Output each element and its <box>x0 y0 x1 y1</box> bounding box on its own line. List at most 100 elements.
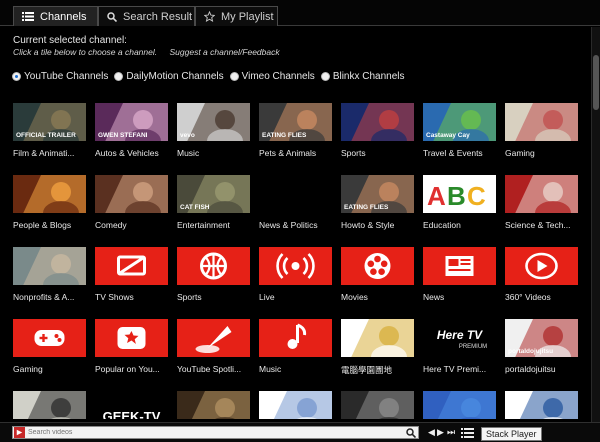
search-input[interactable] <box>25 429 418 436</box>
channel-tile[interactable]: portaldojujitsu portaldojuitsu <box>505 319 578 374</box>
channel-tile[interactable] <box>341 391 414 419</box>
channel-tile[interactable]: Music <box>259 319 332 374</box>
search-button-icon[interactable] <box>406 428 416 438</box>
channel-tile[interactable]: Here TV PREMIUM Here TV Premi... <box>423 319 496 374</box>
channel-tile[interactable]: People & Blogs <box>13 175 86 230</box>
radio-blinkx[interactable]: Blinkx Channels <box>320 71 405 82</box>
prev-button[interactable]: ◀ <box>428 427 435 438</box>
next-button[interactable]: ⏭ <box>447 427 455 438</box>
channel-thumbnail[interactable] <box>341 319 414 357</box>
channel-thumbnail[interactable]: Here TV PREMIUM <box>423 319 496 357</box>
channel-thumbnail[interactable] <box>505 175 578 213</box>
radio-dailymotion[interactable]: DailyMotion Channels <box>114 71 224 82</box>
channel-thumbnail[interactable] <box>341 247 414 285</box>
radio-dot[interactable] <box>229 72 239 81</box>
channel-thumbnail[interactable] <box>341 391 414 419</box>
app-logo-icon <box>14 427 25 438</box>
channel-tile[interactable]: Movies <box>341 247 414 302</box>
channel-thumbnail[interactable] <box>95 319 168 357</box>
channel-thumbnail[interactable] <box>341 103 414 141</box>
radio-youtube[interactable]: YouTube Channels <box>12 71 108 82</box>
channel-thumbnail[interactable]: Castaway Cay <box>423 103 496 141</box>
channel-thumbnail[interactable]: CAT FISH <box>177 175 250 213</box>
channel-tile[interactable]: Nonprofits & A... <box>13 247 86 302</box>
channel-tile[interactable]: Gaming <box>13 319 86 374</box>
channel-tile[interactable] <box>13 391 86 419</box>
channel-tile[interactable]: News <box>423 247 496 302</box>
channel-tile[interactable]: 144.3 <box>505 391 578 419</box>
channel-tile[interactable]: EATING FLIES Howto & Style <box>341 175 414 230</box>
suggest-channel-link[interactable]: Suggest a channel/Feedback <box>170 47 280 57</box>
channel-thumbnail[interactable]: vevo <box>177 103 250 141</box>
channel-tile[interactable] <box>423 391 496 419</box>
channel-tile-label: Sports <box>341 148 366 158</box>
tab-search-result[interactable]: Search Result <box>98 6 195 26</box>
channel-thumbnail[interactable]: GEEK-TV <box>95 391 168 419</box>
channel-tile[interactable]: News & Politics <box>259 175 332 230</box>
gamepad-icon <box>34 330 65 346</box>
channel-thumbnail[interactable] <box>423 247 496 285</box>
channel-thumbnail[interactable] <box>13 175 86 213</box>
radio-dot[interactable] <box>114 72 124 81</box>
channel-tile[interactable] <box>259 391 332 419</box>
tab-bar: Channels Search Result My Playlist <box>0 0 600 26</box>
channel-tile[interactable]: Comedy <box>95 175 168 230</box>
channel-tile[interactable]: vevo Music <box>177 103 250 158</box>
tab-my-playlist[interactable]: My Playlist <box>195 6 278 26</box>
channel-tile-label: Live <box>259 292 275 302</box>
channel-thumbnail[interactable] <box>177 391 250 419</box>
hint-row: Click a tile below to choose a channel. … <box>13 47 290 57</box>
channel-thumbnail[interactable]: GWEN STEFANI <box>95 103 168 141</box>
channel-tile[interactable]: OFFICIAL TRAILER Film & Animati... <box>13 103 86 158</box>
channel-thumbnail[interactable] <box>505 103 578 141</box>
svg-text:Castaway Cay: Castaway Cay <box>426 132 470 139</box>
channel-tile[interactable]: Castaway Cay Travel & Events <box>423 103 496 158</box>
radio-vimeo-label: Vimeo Channels <box>241 71 315 82</box>
scrollbar-thumb[interactable] <box>593 55 599 110</box>
scrollbar[interactable] <box>591 27 600 422</box>
tab-channels[interactable]: Channels <box>13 6 98 26</box>
channel-thumbnail[interactable]: OFFICIAL TRAILER <box>13 103 86 141</box>
play-button[interactable]: ▶ <box>437 427 444 438</box>
channel-tile[interactable] <box>177 391 250 419</box>
channel-tile[interactable]: Sports <box>341 103 414 158</box>
channel-thumbnail[interactable]: EATING FLIES <box>259 103 332 141</box>
channel-thumbnail[interactable]: portaldojujitsu <box>505 319 578 357</box>
svg-text:Here TV: Here TV <box>437 328 483 342</box>
channel-tile[interactable]: Live <box>259 247 332 302</box>
search-box <box>12 426 419 439</box>
radio-dot[interactable] <box>320 72 330 81</box>
channel-thumbnail[interactable] <box>13 319 86 357</box>
channel-tile[interactable]: CAT FISH Entertainment <box>177 175 250 230</box>
channel-tile[interactable]: TV Shows <box>95 247 168 302</box>
channel-tile[interactable]: GWEN STEFANI Autos & Vehicles <box>95 103 168 158</box>
channel-tile[interactable]: A B C Education <box>423 175 496 230</box>
channel-thumbnail[interactable] <box>13 247 86 285</box>
channel-tile[interactable]: 360° Videos <box>505 247 578 302</box>
channel-thumbnail[interactable] <box>259 175 332 213</box>
channel-tile[interactable]: Popular on You... <box>95 319 168 374</box>
channel-thumbnail[interactable] <box>259 247 332 285</box>
channel-tile[interactable]: YouTube Spotli... <box>177 319 250 374</box>
channel-thumbnail[interactable]: EATING FLIES <box>341 175 414 213</box>
channel-tile[interactable]: GEEK-TV <box>95 391 168 419</box>
channel-tile[interactable]: Gaming <box>505 103 578 158</box>
channel-tile[interactable]: Sports <box>177 247 250 302</box>
channel-tile[interactable]: EATING FLIES Pets & Animals <box>259 103 332 158</box>
radio-dot[interactable] <box>12 72 21 81</box>
channel-thumbnail[interactable]: 144.3 <box>505 391 578 419</box>
channel-thumbnail[interactable] <box>259 391 332 419</box>
channel-thumbnail[interactable]: ABC <box>423 175 496 213</box>
channel-thumbnail[interactable] <box>259 319 332 357</box>
channel-thumbnail[interactable] <box>95 247 168 285</box>
channel-tile[interactable]: 電腦學園團地 <box>341 319 414 376</box>
channel-thumbnail[interactable] <box>505 247 578 285</box>
channel-tile[interactable]: Science & Tech... <box>505 175 578 230</box>
playlist-icon[interactable] <box>461 428 474 438</box>
channel-thumbnail[interactable] <box>423 391 496 419</box>
channel-thumbnail[interactable] <box>95 175 168 213</box>
channel-thumbnail[interactable] <box>13 391 86 419</box>
channel-thumbnail[interactable] <box>177 319 250 357</box>
channel-thumbnail[interactable] <box>177 247 250 285</box>
radio-vimeo[interactable]: Vimeo Channels <box>229 71 315 82</box>
